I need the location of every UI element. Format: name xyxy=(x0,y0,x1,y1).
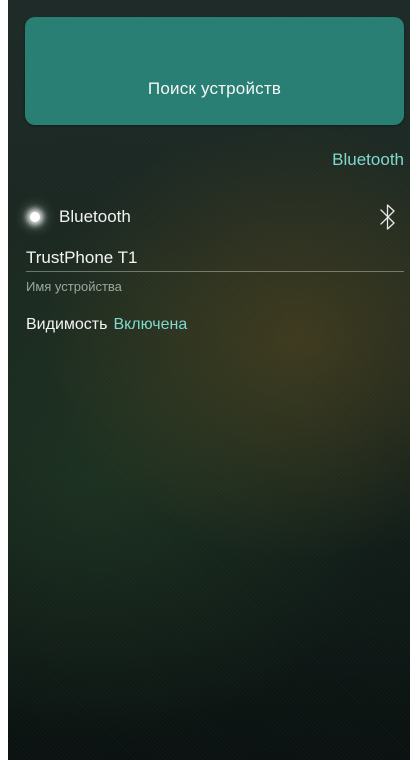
bluetooth-settings-screen: Поиск устройств Bluetooth Bluetooth Trus… xyxy=(8,0,410,760)
device-name-field[interactable]: TrustPhone T1 xyxy=(26,248,138,268)
bluetooth-toggle-row[interactable]: Bluetooth xyxy=(22,200,402,234)
bluetooth-toggle-indicator[interactable] xyxy=(22,204,48,230)
visibility-status[interactable]: Включена xyxy=(113,316,187,333)
device-name-divider xyxy=(26,271,404,272)
bluetooth-icon xyxy=(380,204,395,230)
bluetooth-toggle-label: Bluetooth xyxy=(59,207,131,226)
section-title: Bluetooth xyxy=(332,150,404,169)
visibility-label: Видимость xyxy=(26,316,108,333)
search-devices-label: Поиск устройств xyxy=(147,79,282,98)
device-name-caption: Имя устройства xyxy=(26,279,122,294)
search-devices-button[interactable]: Поиск устройств xyxy=(25,17,404,125)
visibility-row[interactable]: Видимость Включена xyxy=(26,316,187,334)
